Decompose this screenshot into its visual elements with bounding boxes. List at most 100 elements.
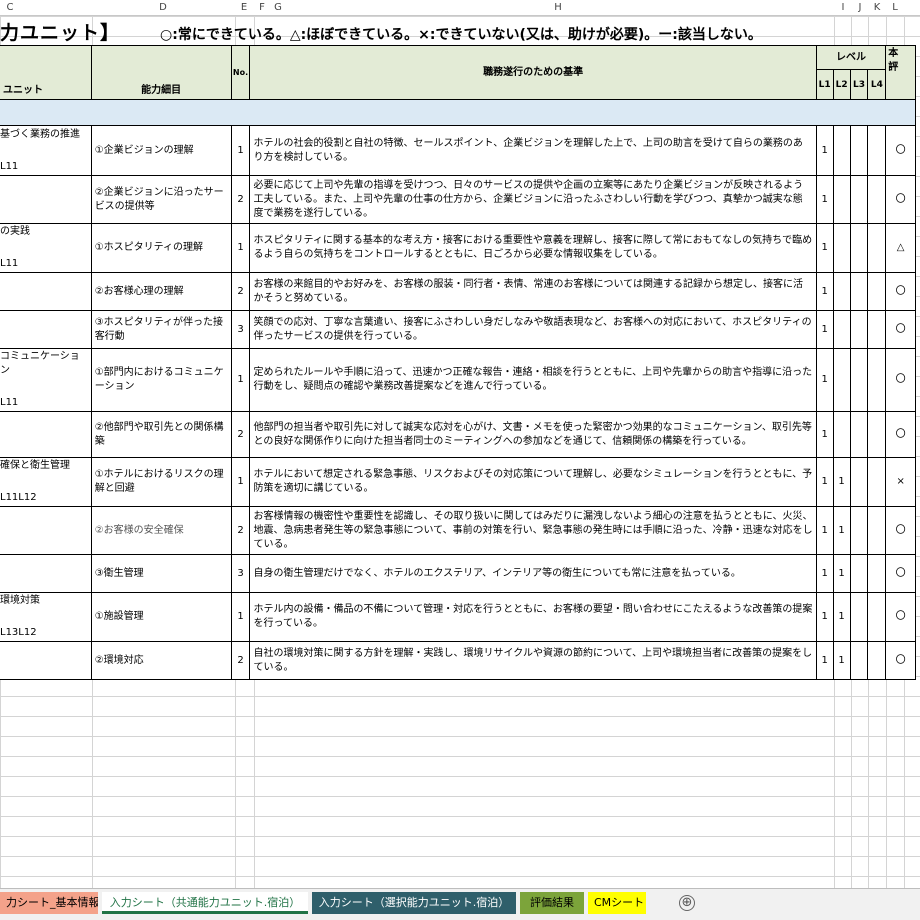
level-1-cell[interactable]: 1 xyxy=(815,554,834,593)
number-cell[interactable]: 1 xyxy=(230,457,251,507)
detail-cell[interactable]: ①企業ビジョンの理解 xyxy=(90,125,232,176)
level-2-cell[interactable] xyxy=(832,223,851,273)
detail-cell[interactable]: ①ホテルにおけるリスクの理解と回避 xyxy=(90,457,232,507)
evaluation-cell[interactable]: × xyxy=(885,457,916,507)
number-cell[interactable]: 1 xyxy=(230,125,251,176)
level-1-cell[interactable]: 1 xyxy=(815,592,834,642)
level-3-cell[interactable] xyxy=(849,223,869,273)
level-3-cell[interactable] xyxy=(849,592,869,642)
level-4-cell[interactable] xyxy=(867,641,887,680)
criteria-cell[interactable]: 必要に応じて上司や先輩の指導を受けつつ、日々のサービスの提供や企画の立案等にあた… xyxy=(249,175,817,224)
number-cell[interactable]: 1 xyxy=(230,592,251,642)
header-criteria[interactable]: 職務遂行のための基準 xyxy=(249,45,817,100)
level-4-cell[interactable] xyxy=(867,223,887,273)
level-3-cell[interactable] xyxy=(849,554,869,593)
evaluation-cell[interactable]: 〇 xyxy=(885,411,916,458)
level-2-cell[interactable]: 1 xyxy=(832,592,851,642)
tab-evaluation-results[interactable]: 評価結果 xyxy=(520,892,584,914)
detail-cell[interactable]: ②他部門や取引先との関係構築 xyxy=(90,411,232,458)
level-2-cell[interactable] xyxy=(832,272,851,311)
level-3-cell[interactable] xyxy=(849,272,869,311)
criteria-cell[interactable]: ホスピタリティに関する基本的な考え方・接客における重要性や意義を理解し、接客に際… xyxy=(249,223,817,273)
unit-cell[interactable] xyxy=(0,641,92,680)
number-cell[interactable]: 3 xyxy=(230,554,251,593)
level-2-cell[interactable] xyxy=(832,175,851,224)
level-4-cell[interactable] xyxy=(867,310,887,349)
detail-cell[interactable]: ①ホスピタリティの理解 xyxy=(90,223,232,273)
criteria-cell[interactable]: ホテルにおいて想定される緊急事態、リスクおよびその対応策について理解し、必要なシ… xyxy=(249,457,817,507)
level-4-cell[interactable] xyxy=(867,457,887,507)
column-header-f[interactable]: F xyxy=(259,2,265,13)
evaluation-cell[interactable]: 〇 xyxy=(885,310,916,349)
column-header-e[interactable]: E xyxy=(241,2,247,13)
evaluation-cell[interactable]: 〇 xyxy=(885,175,916,224)
level-2-cell[interactable]: 1 xyxy=(832,457,851,507)
level-4-cell[interactable] xyxy=(867,175,887,224)
section-band-cell[interactable] xyxy=(0,99,916,126)
header-l3[interactable]: L3 xyxy=(849,69,869,100)
header-unit[interactable]: ユニット xyxy=(0,45,92,100)
level-3-cell[interactable] xyxy=(849,348,869,412)
detail-cell[interactable]: ②企業ビジョンに沿ったサービスの提供等 xyxy=(90,175,232,224)
level-3-cell[interactable] xyxy=(849,125,869,176)
evaluation-cell[interactable]: 〇 xyxy=(885,272,916,311)
level-3-cell[interactable] xyxy=(849,175,869,224)
level-3-cell[interactable] xyxy=(849,457,869,507)
level-4-cell[interactable] xyxy=(867,592,887,642)
evaluation-cell[interactable]: 〇 xyxy=(885,592,916,642)
level-3-cell[interactable] xyxy=(849,641,869,680)
unit-cell[interactable] xyxy=(0,554,92,593)
column-header-i[interactable]: I xyxy=(842,2,845,13)
level-4-cell[interactable] xyxy=(867,125,887,176)
level-1-cell[interactable]: 1 xyxy=(815,175,834,224)
number-cell[interactable]: 2 xyxy=(230,411,251,458)
unit-cell[interactable] xyxy=(0,272,92,311)
unit-cell[interactable]: 環境対策 L13L12 xyxy=(0,592,92,642)
level-3-cell[interactable] xyxy=(849,411,869,458)
header-detail[interactable]: 能力細目 xyxy=(90,45,232,100)
level-1-cell[interactable]: 1 xyxy=(815,411,834,458)
evaluation-cell[interactable]: △ xyxy=(885,223,916,273)
evaluation-cell[interactable]: 〇 xyxy=(885,125,916,176)
number-cell[interactable]: 1 xyxy=(230,223,251,273)
column-header-d[interactable]: D xyxy=(159,2,167,13)
level-2-cell[interactable] xyxy=(832,411,851,458)
level-1-cell[interactable]: 1 xyxy=(815,310,834,349)
tab-selected-unit-input[interactable]: 入力シート（選択能力ユニット.宿泊） xyxy=(312,892,516,914)
column-header-c[interactable]: C xyxy=(7,2,14,13)
evaluation-cell[interactable]: 〇 xyxy=(885,348,916,412)
criteria-cell[interactable]: 自社の環境対策に関する方針を理解・実践し、環境リサイクルや資源の節約について、上… xyxy=(249,641,817,680)
detail-cell[interactable]: ②お客様心理の理解 xyxy=(90,272,232,311)
number-cell[interactable]: 2 xyxy=(230,506,251,555)
tab-cm-sheet[interactable]: CMシート xyxy=(588,892,646,914)
column-header-k[interactable]: K xyxy=(874,2,881,13)
criteria-cell[interactable]: 他部門の担当者や取引先に対して誠実な応対を心がけ、文書・メモを使った緊密かつ効果… xyxy=(249,411,817,458)
level-4-cell[interactable] xyxy=(867,348,887,412)
criteria-cell[interactable]: ホテルの社会的役割と自社の特徴、セールスポイント、企業ビジョンを理解した上で、上… xyxy=(249,125,817,176)
unit-cell[interactable] xyxy=(0,506,92,555)
number-cell[interactable]: 1 xyxy=(230,348,251,412)
criteria-cell[interactable]: 定められたルールや手順に沿って、迅速かつ正確な報告・連絡・相談を行うとともに、上… xyxy=(249,348,817,412)
level-1-cell[interactable]: 1 xyxy=(815,506,834,555)
detail-cell[interactable]: ①施設管理 xyxy=(90,592,232,642)
level-2-cell[interactable] xyxy=(832,348,851,412)
level-1-cell[interactable]: 1 xyxy=(815,125,834,176)
level-2-cell[interactable]: 1 xyxy=(832,641,851,680)
unit-cell[interactable]: の実践 L11 xyxy=(0,223,92,273)
criteria-cell[interactable]: お客様情報の機密性や重要性を認識し、その取り扱いに関してはみだりに漏洩しないよう… xyxy=(249,506,817,555)
level-3-cell[interactable] xyxy=(849,506,869,555)
header-l1[interactable]: L1 xyxy=(815,69,834,100)
unit-cell[interactable] xyxy=(0,411,92,458)
level-1-cell[interactable]: 1 xyxy=(815,272,834,311)
header-eval[interactable]: 本 評 xyxy=(885,45,916,100)
tab-basic-info[interactable]: 力シート_基本情報 xyxy=(0,892,98,914)
criteria-cell[interactable]: 笑顔での応対、丁寧な言葉遣い、接客にふさわしい身だしなみや敬語表現など、お客様へ… xyxy=(249,310,817,349)
number-cell[interactable]: 2 xyxy=(230,272,251,311)
detail-cell[interactable]: ③ホスピタリティが伴った接客行動 xyxy=(90,310,232,349)
level-4-cell[interactable] xyxy=(867,554,887,593)
criteria-cell[interactable]: お客様の来館目的やお好みを、お客様の服装・同行者・表情、常連のお客様については関… xyxy=(249,272,817,311)
number-cell[interactable]: 2 xyxy=(230,175,251,224)
detail-cell[interactable]: ②お客様の安全確保 xyxy=(90,506,232,555)
criteria-cell[interactable]: 自身の衛生管理だけでなく、ホテルのエクステリア、インテリア等の衛生についても常に… xyxy=(249,554,817,593)
level-1-cell[interactable]: 1 xyxy=(815,457,834,507)
